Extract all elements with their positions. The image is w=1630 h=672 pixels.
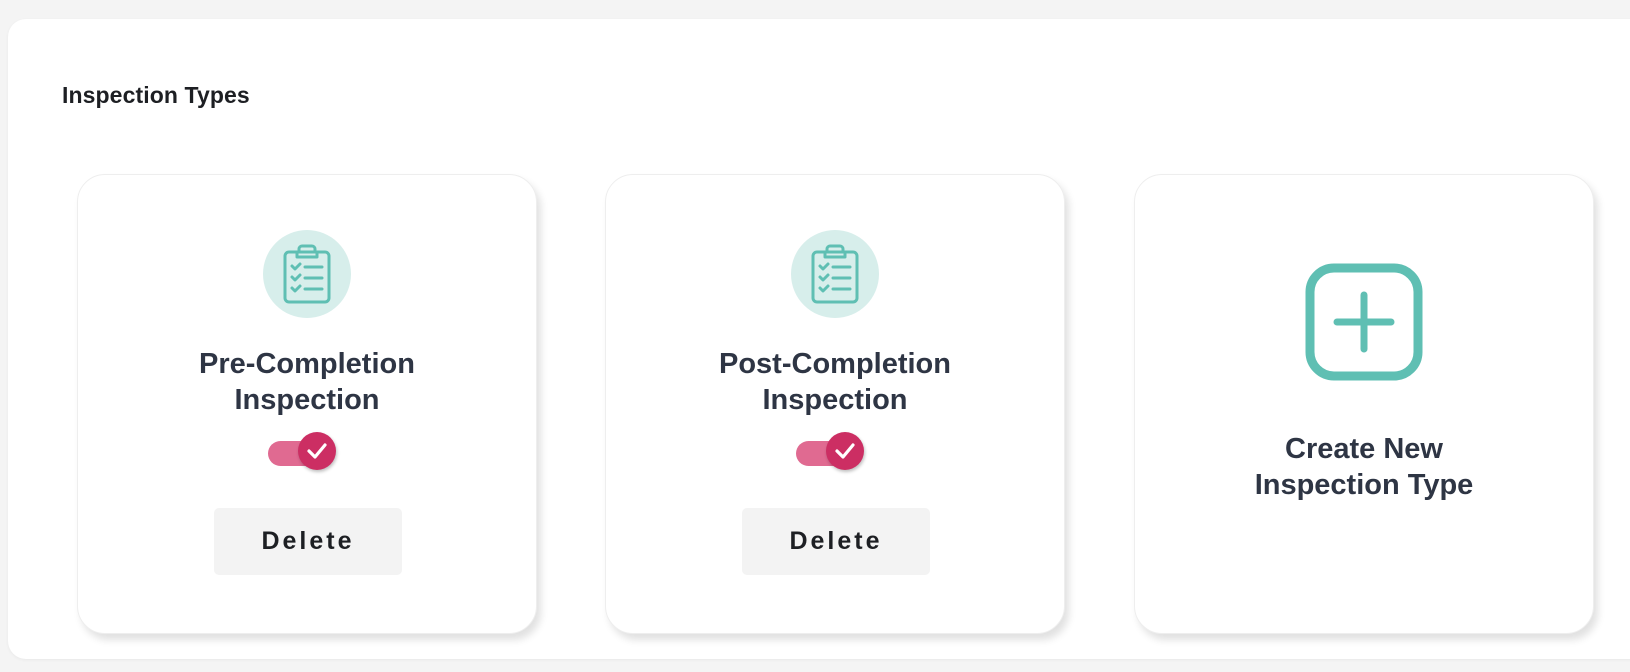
inspection-types-panel: Inspection Types Pre-Completion Inspecti… <box>8 19 1630 659</box>
card-title: Post-Completion Inspection <box>719 348 951 416</box>
enabled-toggle[interactable] <box>796 432 866 472</box>
enabled-toggle[interactable] <box>268 432 338 472</box>
card-title: Pre-Completion Inspection <box>199 348 415 416</box>
toggle-knob <box>298 432 336 470</box>
delete-button[interactable]: Delete <box>214 508 402 575</box>
delete-button[interactable]: Delete <box>742 508 930 575</box>
create-card-title: Create New Inspection Type <box>1254 433 1474 501</box>
toggle-knob <box>826 432 864 470</box>
create-inspection-type-card[interactable]: Create New Inspection Type <box>1134 174 1594 634</box>
section-title: Inspection Types <box>62 82 250 108</box>
checkmark-icon <box>835 443 855 459</box>
inspection-type-card-pre-completion: Pre-Completion Inspection Delete <box>77 174 537 634</box>
clipboard-checklist-icon <box>791 230 879 318</box>
clipboard-checklist-icon <box>263 230 351 318</box>
plus-square-icon <box>1305 263 1423 381</box>
inspection-type-card-post-completion: Post-Completion Inspection Delete <box>605 174 1065 634</box>
checkmark-icon <box>307 443 327 459</box>
